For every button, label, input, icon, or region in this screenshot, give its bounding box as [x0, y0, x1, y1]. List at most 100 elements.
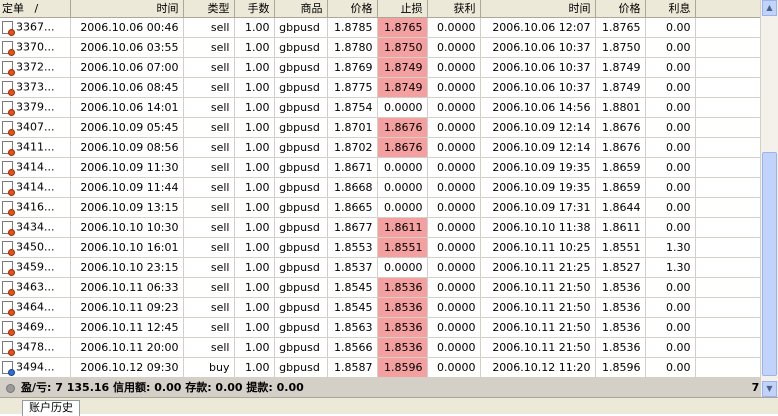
- cell-close-price: 1.8536: [595, 337, 646, 358]
- cell-stop-loss: 1.8536: [377, 337, 428, 358]
- sell-order-icon: [2, 280, 15, 296]
- cell-lots: 1.00: [234, 77, 275, 98]
- table-row[interactable]: 3411... 2006.10.09 08:56 sell 1.00 gbpusd 1.8…: [0, 137, 760, 158]
- cell-order: 3464...: [0, 297, 71, 318]
- cell-close-price: 1.8801: [595, 97, 646, 118]
- cell-lots: 1.00: [234, 157, 275, 178]
- cell-order: 3478...: [0, 337, 71, 358]
- cell-stop-loss: 1.8611: [377, 217, 428, 238]
- cell-type: sell: [183, 57, 235, 78]
- cell-profit: 100.00: [695, 257, 760, 278]
- sell-order-icon: [2, 240, 15, 256]
- sell-order-icon: [2, 60, 15, 76]
- cell-swap: 0.00: [645, 157, 696, 178]
- cell-lots: 1.00: [234, 237, 275, 258]
- table-row[interactable]: 3450... 2006.10.10 16:01 sell 1.00 gbpusd 1.8…: [0, 237, 760, 258]
- cell-close-price: 1.8596: [595, 357, 646, 378]
- scroll-down-arrow-icon[interactable]: ▼: [762, 381, 777, 397]
- table-row[interactable]: 3372... 2006.10.06 07:00 sell 1.00 gbpusd 1.8…: [0, 57, 760, 78]
- cell-symbol: gbpusd: [274, 337, 328, 358]
- vertical-scrollbar[interactable]: ▲ ▼: [760, 0, 778, 397]
- col-header-type[interactable]: 类型: [183, 0, 235, 18]
- table-row[interactable]: 3414... 2006.10.09 11:44 sell 1.00 gbpusd 1.8…: [0, 177, 760, 198]
- col-header-open-time[interactable]: 时间: [70, 0, 184, 18]
- table-row[interactable]: 3434... 2006.10.10 10:30 sell 1.00 gbpusd 1.8…: [0, 217, 760, 238]
- cell-profit: 250.00: [695, 117, 760, 138]
- cell-type: sell: [183, 257, 235, 278]
- cell-symbol: gbpusd: [274, 57, 328, 78]
- col-header-open-price[interactable]: 价格: [327, 0, 378, 18]
- cell-lots: 1.00: [234, 317, 275, 338]
- sell-order-icon: [2, 180, 15, 196]
- cell-type: sell: [183, 217, 235, 238]
- table-row[interactable]: 3478... 2006.10.11 20:00 sell 1.00 gbpusd 1.8…: [0, 337, 760, 358]
- order-number: 3464...: [16, 300, 55, 314]
- table-row[interactable]: 3463... 2006.10.11 06:33 sell 1.00 gbpusd 1.8…: [0, 277, 760, 298]
- col-header-swap[interactable]: 利息: [645, 0, 696, 18]
- summary-label: 盈/亏: 7 135.16 信用额: 0.00 存款: 0.00 提款: 0.0…: [0, 376, 696, 397]
- cell-order: 3370...: [0, 37, 71, 58]
- cell-type: sell: [183, 317, 235, 338]
- scroll-up-arrow-icon[interactable]: ▲: [762, 0, 777, 16]
- table-row[interactable]: 3469... 2006.10.11 12:45 sell 1.00 gbpusd 1.8…: [0, 317, 760, 338]
- col-header-lots[interactable]: 手数: [234, 0, 275, 18]
- table-row[interactable]: 3379... 2006.10.06 14:01 sell 1.00 gbpusd 1.8…: [0, 97, 760, 118]
- cell-open-price: 1.8587: [327, 357, 378, 378]
- col-header-close-price[interactable]: 价格: [595, 0, 646, 18]
- cell-lots: 1.00: [234, 57, 275, 78]
- summary-row: 盈/亏: 7 135.16 信用额: 0.00 存款: 0.00 提款: 0.0…: [0, 376, 760, 397]
- cell-profit: 270.00: [695, 317, 760, 338]
- col-header-close-time[interactable]: 时间: [480, 0, 596, 18]
- sell-order-icon: [2, 200, 15, 216]
- cell-close-price: 1.8676: [595, 137, 646, 158]
- table-row[interactable]: 3373... 2006.10.06 08:45 sell 1.00 gbpusd 1.8…: [0, 77, 760, 98]
- cell-swap: 0.00: [645, 97, 696, 118]
- table-row[interactable]: 3367... 2006.10.06 00:46 sell 1.00 gbpusd 1.8…: [0, 17, 760, 38]
- cell-order: 3459...: [0, 257, 71, 278]
- table-row[interactable]: 3459... 2006.10.10 23:15 sell 1.00 gbpusd 1.8…: [0, 257, 760, 278]
- cell-type: sell: [183, 17, 235, 38]
- cell-open-time: 2006.10.06 07:00: [70, 57, 184, 78]
- cell-order: 3379...: [0, 97, 71, 118]
- cell-close-time: 2006.10.06 10:37: [480, 37, 596, 58]
- cell-lots: 1.00: [234, 357, 275, 378]
- col-header-order[interactable]: 定单 /: [0, 0, 71, 18]
- cell-swap: 0.00: [645, 317, 696, 338]
- table-row[interactable]: 3370... 2006.10.06 03:55 sell 1.00 gbpusd 1.8…: [0, 37, 760, 58]
- table-row[interactable]: 3414... 2006.10.09 11:30 sell 1.00 gbpusd 1.8…: [0, 157, 760, 178]
- cell-symbol: gbpusd: [274, 137, 328, 158]
- cell-open-time: 2006.10.06 08:45: [70, 77, 184, 98]
- cell-open-time: 2006.10.10 10:30: [70, 217, 184, 238]
- cell-open-time: 2006.10.09 13:15: [70, 197, 184, 218]
- col-header-symbol[interactable]: 商品: [274, 0, 328, 18]
- scrollbar-thumb[interactable]: [762, 152, 777, 376]
- table-row[interactable]: 3416... 2006.10.09 13:15 sell 1.00 gbpusd 1.8…: [0, 197, 760, 218]
- cell-swap: 0.00: [645, 137, 696, 158]
- cell-open-time: 2006.10.06 14:01: [70, 97, 184, 118]
- cell-close-price: 1.8536: [595, 317, 646, 338]
- cell-take-profit: 0.0000: [427, 57, 481, 78]
- account-history-grid: 定单 / 时间 类型 手数 商品 价格 止损 获利 时间 价格 利息 获利 33…: [0, 0, 760, 397]
- cell-profit: 90.00: [695, 297, 760, 318]
- cell-swap: 0.00: [645, 57, 696, 78]
- table-row[interactable]: 3494... 2006.10.12 09:30 buy 1.00 gbpusd 1.85…: [0, 357, 760, 378]
- cell-stop-loss: 1.8750: [377, 37, 428, 58]
- cell-symbol: gbpusd: [274, 357, 328, 378]
- cell-open-time: 2006.10.10 23:15: [70, 257, 184, 278]
- cell-take-profit: 0.0000: [427, 357, 481, 378]
- cell-close-time: 2006.10.06 12:07: [480, 17, 596, 38]
- cell-close-time: 2006.10.12 11:20: [480, 357, 596, 378]
- col-header-stop-loss[interactable]: 止损: [377, 0, 428, 18]
- col-header-take-profit[interactable]: 获利: [427, 0, 481, 18]
- col-header-profit[interactable]: 获利: [695, 0, 760, 18]
- table-row[interactable]: 3464... 2006.10.11 09:23 sell 1.00 gbpusd 1.8…: [0, 297, 760, 318]
- cell-symbol: gbpusd: [274, 297, 328, 318]
- sell-order-icon: [2, 20, 15, 36]
- cell-stop-loss: 0.0000: [377, 197, 428, 218]
- cell-close-time: 2006.10.06 10:37: [480, 77, 596, 98]
- cell-open-price: 1.8769: [327, 57, 378, 78]
- cell-lots: 1.00: [234, 297, 275, 318]
- table-row[interactable]: 3407... 2006.10.09 05:45 sell 1.00 gbpusd 1.8…: [0, 117, 760, 138]
- cell-close-time: 2006.10.10 11:38: [480, 217, 596, 238]
- cell-close-price: 1.8749: [595, 77, 646, 98]
